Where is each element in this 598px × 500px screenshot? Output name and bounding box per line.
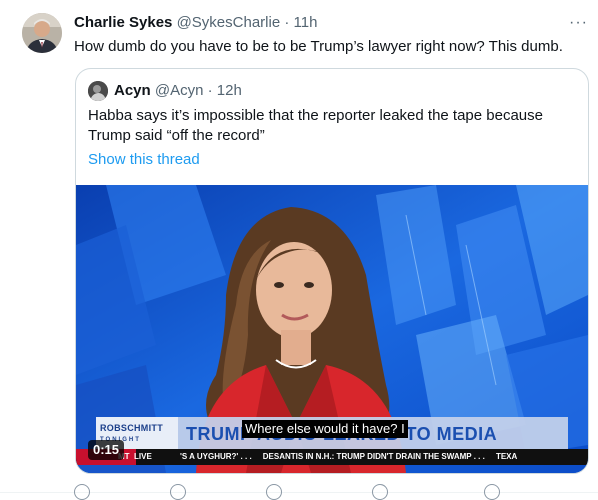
author-avatar[interactable] bbox=[22, 13, 62, 53]
reply-icon[interactable] bbox=[74, 484, 90, 500]
news-ticker: 'S A UYGHUR?' . . . DESANTIS IN N.H.: TR… bbox=[180, 452, 518, 461]
video-timer: 0:15 bbox=[88, 440, 125, 460]
show-thread-link[interactable]: Show this thread bbox=[88, 150, 200, 170]
share-icon[interactable] bbox=[484, 484, 500, 500]
quote-author-handle[interactable]: @Acyn bbox=[155, 82, 204, 99]
video-player[interactable]: ROBSCHMITT TONIGHT TRUMP AUDIO LEAKED TO… bbox=[76, 185, 588, 473]
quote-separator: · bbox=[207, 82, 213, 99]
more-options-icon[interactable]: ··· bbox=[569, 14, 588, 32]
tweet-header: Charlie Sykes @SykesCharlie · 11h bbox=[74, 13, 578, 33]
author-name[interactable]: Charlie Sykes bbox=[74, 14, 172, 31]
tweet[interactable]: Charlie Sykes @SykesCharlie · 11h ··· Ho… bbox=[0, 0, 598, 500]
retweet-icon[interactable] bbox=[170, 484, 186, 500]
quote-author-avatar[interactable] bbox=[88, 81, 108, 101]
quote-author-name[interactable]: Acyn bbox=[114, 82, 151, 99]
author-handle[interactable]: @SykesCharlie bbox=[177, 14, 281, 31]
like-icon[interactable] bbox=[266, 484, 282, 500]
tweet-time[interactable]: 11h bbox=[294, 14, 318, 31]
quote-header: Acyn @Acyn · 12h bbox=[114, 81, 242, 101]
tweet-actions bbox=[74, 484, 554, 500]
quoted-tweet[interactable]: Acyn @Acyn · 12h Habba says it’s impossi… bbox=[75, 68, 589, 474]
video-caption: Where else would it have? I bbox=[242, 420, 408, 438]
quote-text: Habba says it’s impossible that the repo… bbox=[88, 107, 543, 144]
header-separator: · bbox=[284, 14, 290, 31]
show-logo-text: ROBSCHMITT bbox=[100, 423, 163, 433]
quote-time[interactable]: 12h bbox=[217, 82, 242, 99]
tweet-text: How dumb do you have to be to be Trump’s… bbox=[74, 38, 563, 55]
views-icon[interactable] bbox=[372, 484, 388, 500]
